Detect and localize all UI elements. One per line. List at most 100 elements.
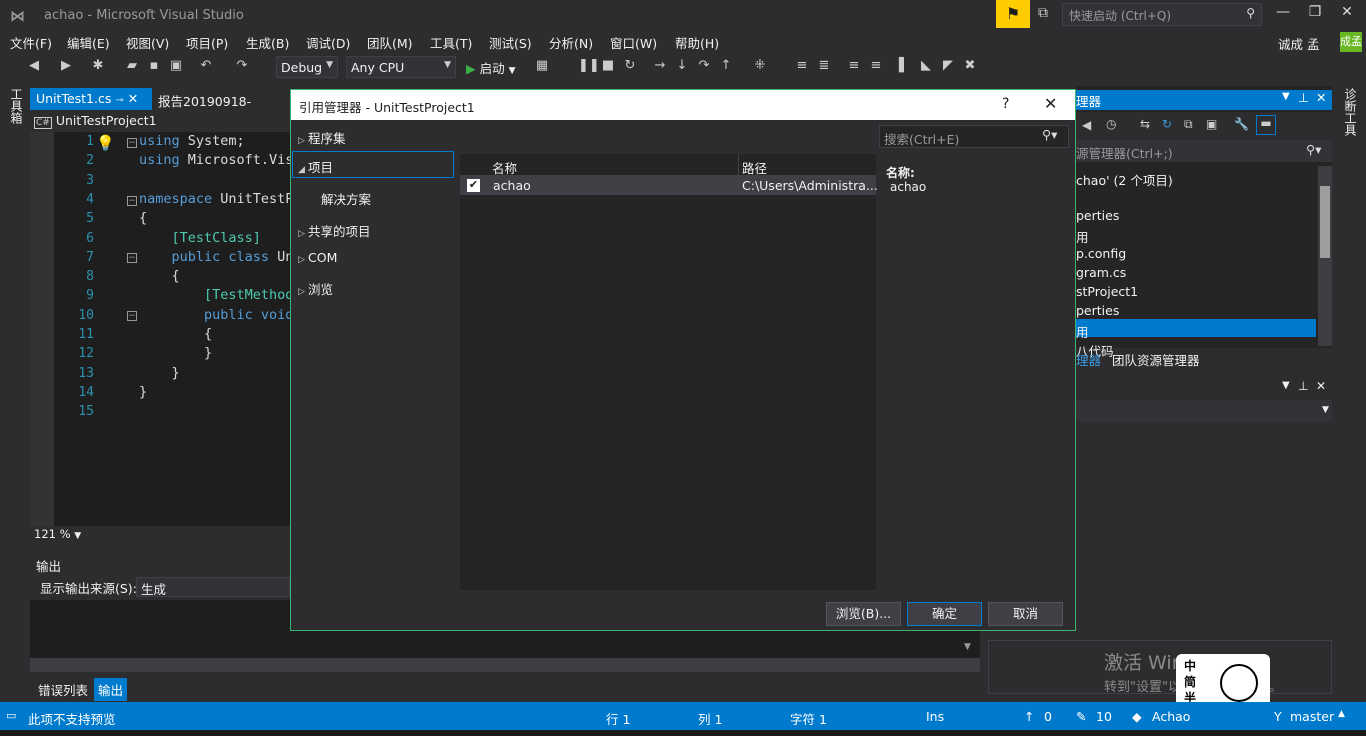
reference-row[interactable]: achao C:\Users\Administra... <box>460 176 878 195</box>
menu-help[interactable]: 帮助(H) <box>675 33 719 52</box>
diagnostics-tab[interactable]: 诊断工具 <box>1342 88 1359 136</box>
menu-team[interactable]: 团队(M) <box>367 33 413 52</box>
tab-report[interactable]: 报告20190918-1111.dia <box>152 88 290 125</box>
close-icon[interactable]: ✕ <box>128 91 138 106</box>
menu-window[interactable]: 窗口(W) <box>610 33 657 52</box>
restart-icon[interactable]: ↻ <box>622 58 638 76</box>
horizontal-scrollbar[interactable] <box>30 658 980 672</box>
platform-select[interactable]: Any CPU ▼ <box>346 56 456 78</box>
nav-solution[interactable]: 解决方案 <box>321 189 371 208</box>
column-name[interactable]: 名称 <box>492 158 517 177</box>
back-icon[interactable]: ◀ <box>1082 118 1091 132</box>
fold-icon[interactable]: − <box>127 196 137 206</box>
show-next-statement-icon[interactable]: → <box>652 58 668 76</box>
redo-icon[interactable]: ↷ <box>234 58 250 76</box>
close-icon[interactable]: ✕ <box>1316 379 1326 393</box>
dialog-close-button[interactable]: ✕ <box>1044 94 1057 113</box>
pencil-icon[interactable]: ✎ <box>1076 709 1086 724</box>
back-icon[interactable]: ◀ <box>26 58 42 76</box>
dropdown-icon[interactable]: ▼ <box>1282 91 1290 102</box>
bookmark-icon[interactable]: ▌ <box>896 58 912 76</box>
menu-view[interactable]: 视图(V) <box>126 33 169 52</box>
tab-team-explorer[interactable]: 团队资源管理器 <box>1112 350 1200 369</box>
history-icon[interactable]: ◷ <box>1106 117 1116 131</box>
tree-item[interactable]: 用 <box>1076 322 1316 341</box>
menu-test[interactable]: 测试(S) <box>489 33 532 52</box>
menu-tools[interactable]: 工具(T) <box>430 33 472 52</box>
outdent-icon[interactable]: ≣ <box>816 58 832 76</box>
repo-icon[interactable]: ◆ <box>1132 709 1142 724</box>
save-icon[interactable]: ▪ <box>146 58 162 76</box>
pin-icon[interactable]: ⊥ <box>1298 90 1309 105</box>
ok-button[interactable]: 确定 <box>907 602 982 626</box>
undo-icon[interactable]: ↶ <box>198 58 214 76</box>
save-all-icon[interactable]: ▣ <box>168 58 184 76</box>
nav-assemblies[interactable]: ▷ 程序集 <box>298 128 346 147</box>
forward-icon[interactable]: ▶ <box>58 58 74 76</box>
nav-browse[interactable]: ▷ 浏览 <box>298 279 333 298</box>
close-icon[interactable]: ✕ <box>1316 90 1326 105</box>
step-into-icon[interactable]: ↓ <box>674 58 690 76</box>
browse-button[interactable]: 浏览(B)... <box>826 602 901 626</box>
close-window-button[interactable]: ✕ <box>1334 4 1360 24</box>
nav-projects[interactable]: ◢ 项目 <box>298 157 333 176</box>
indent-icon[interactable]: ≡ <box>794 58 810 76</box>
stop-icon[interactable]: ■ <box>600 58 616 76</box>
pin-icon[interactable]: ⊥ <box>1298 379 1308 393</box>
preview-icon[interactable]: ▬ <box>1256 115 1276 135</box>
column-divider[interactable] <box>738 154 739 176</box>
dialog-help-button[interactable]: ? <box>1002 96 1009 112</box>
tree-item[interactable]: perties <box>1076 208 1316 223</box>
status-push-count[interactable]: 0 <box>1044 709 1052 724</box>
menu-analyze[interactable]: 分析(N) <box>549 33 593 52</box>
user-avatar[interactable]: 成孟 <box>1340 32 1362 52</box>
tree-item[interactable]: chao' (2 个项目) <box>1076 170 1316 189</box>
branch-icon[interactable]: Y <box>1274 709 1282 724</box>
step-over-icon[interactable]: ↷ <box>696 58 712 76</box>
process-icon[interactable]: ▦ <box>534 58 550 76</box>
reference-checkbox[interactable]: ✔ <box>467 179 480 192</box>
scroll-down-icon[interactable]: ▼ <box>964 642 971 652</box>
cancel-button[interactable]: 取消 <box>988 602 1063 626</box>
prev-bookmark-icon[interactable]: ◣ <box>918 58 934 76</box>
nav-com[interactable]: ▷ COM <box>298 250 337 265</box>
show-all-icon[interactable]: ▣ <box>1206 117 1217 131</box>
open-icon[interactable]: ▰ <box>124 58 140 76</box>
comment-icon[interactable]: ≡ <box>846 58 862 76</box>
lightbulb-icon[interactable]: 💡 <box>96 134 115 152</box>
output-source-select[interactable]: 生成 <box>136 577 290 597</box>
pin-icon[interactable]: ⊸ <box>115 95 123 106</box>
refresh-icon[interactable]: ↻ <box>1162 117 1172 131</box>
pause-icon[interactable]: ❚❚ <box>578 58 600 76</box>
start-button[interactable]: ▶ 启动 ▼ <box>466 58 516 77</box>
uncomment-icon[interactable]: ≡ <box>868 58 884 76</box>
tree-item[interactable]: perties <box>1076 303 1316 318</box>
status-branch[interactable]: master <box>1290 709 1334 724</box>
menu-edit[interactable]: 编辑(E) <box>67 33 110 52</box>
arrow-up-icon[interactable]: ↑ <box>1024 709 1034 724</box>
tab-error-list[interactable]: 错误列表 <box>34 678 92 701</box>
tab-solution-explorer[interactable]: 理器 <box>1076 350 1101 369</box>
menu-build[interactable]: 生成(B) <box>246 33 289 52</box>
project-nav-dropdown[interactable]: C# UnitTestProject1 <box>30 110 290 132</box>
new-project-icon[interactable]: ✱ <box>90 58 106 76</box>
zoom-select[interactable]: 121 % ▼ <box>30 526 290 544</box>
quick-launch-input[interactable]: 快速启动 (Ctrl+Q) ⚲ <box>1062 3 1262 26</box>
tab-output[interactable]: 输出 <box>94 678 128 701</box>
clear-bookmarks-icon[interactable]: ✖ <box>962 58 978 76</box>
hex-icon[interactable]: ⁜ <box>752 58 768 76</box>
dropdown-icon[interactable]: ▼ <box>1282 380 1290 391</box>
status-repo[interactable]: Achao <box>1152 709 1190 724</box>
chevron-up-icon[interactable]: ▲ <box>1338 709 1345 719</box>
feedback-icon[interactable]: ⧉ <box>1038 5 1048 21</box>
sync-icon[interactable]: ⇆ <box>1140 117 1150 131</box>
step-out-icon[interactable]: ↑ <box>718 58 734 76</box>
wrench-icon[interactable]: 🔧 <box>1234 117 1249 131</box>
fold-icon[interactable]: − <box>127 253 137 263</box>
tab-unittest1[interactable]: UnitTest1.cs ⊸ ✕ <box>30 88 152 110</box>
fold-icon[interactable]: − <box>127 138 137 148</box>
next-bookmark-icon[interactable]: ◤ <box>940 58 956 76</box>
menu-project[interactable]: 项目(P) <box>186 33 228 52</box>
dialog-search-input[interactable]: 搜索(Ctrl+E) ⚲▾ <box>879 125 1069 148</box>
scrollbar-thumb[interactable] <box>1320 186 1330 258</box>
